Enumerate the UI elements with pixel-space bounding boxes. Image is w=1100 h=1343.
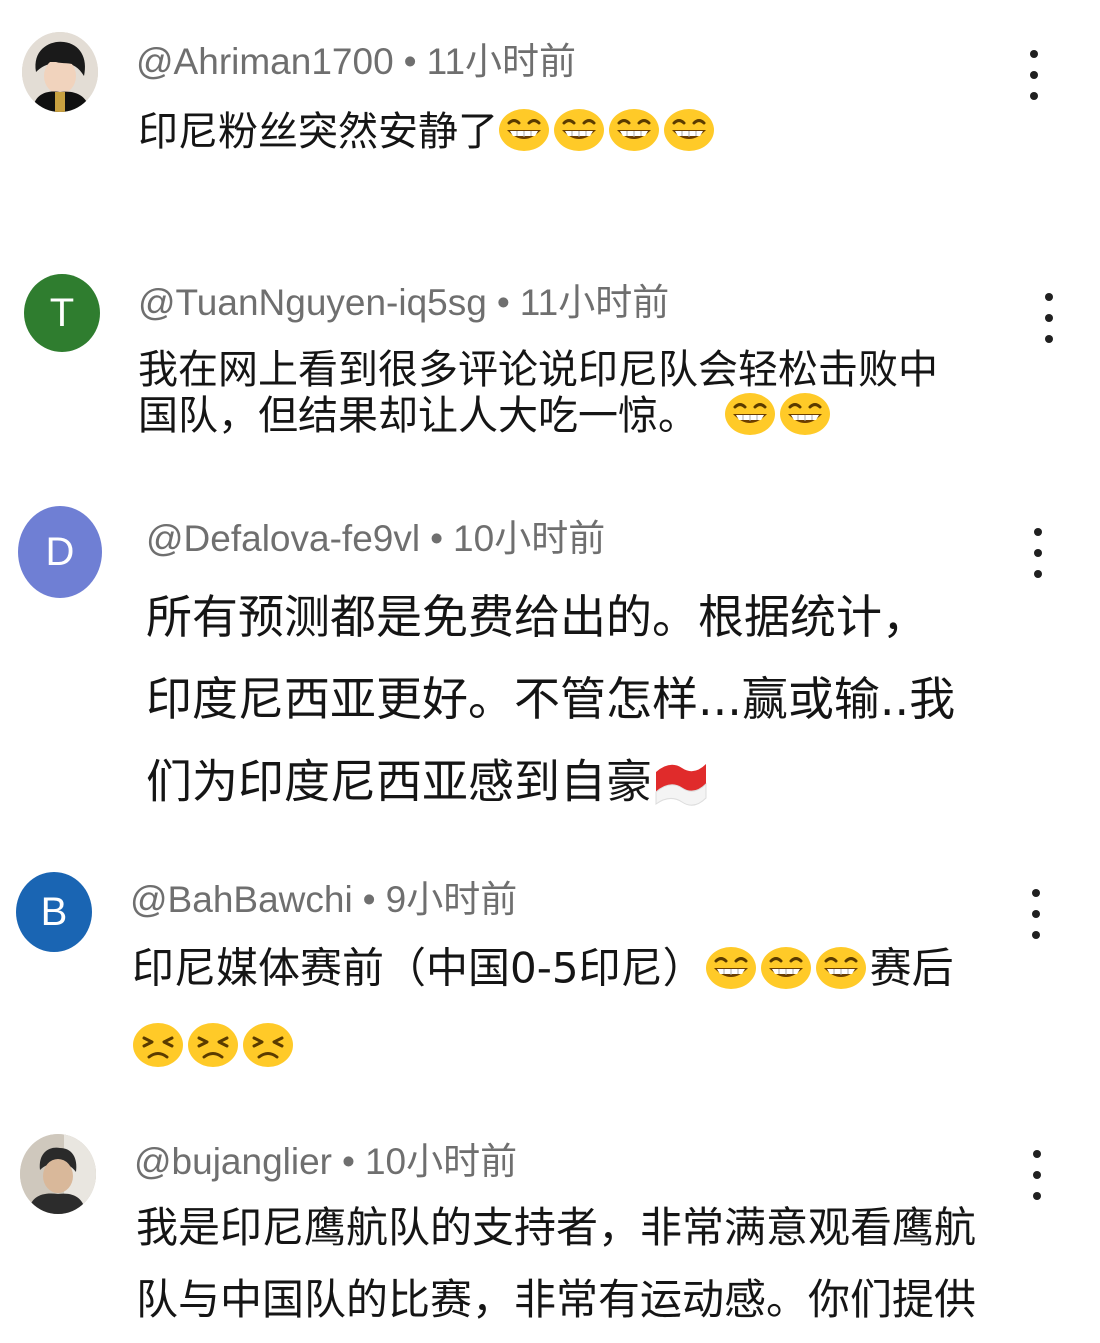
timestamp: 10小时前 (364, 1141, 518, 1182)
comment-line: 们为印度尼西亚感到自豪 (146, 758, 955, 813)
grinning-face-icon (760, 946, 812, 997)
more-options-button[interactable] (1022, 1150, 1052, 1200)
comment-line: 所有预测都是免费给出的。根据统计， (146, 590, 928, 644)
user-photo-icon (20, 1134, 96, 1214)
username[interactable]: @bujanglier (134, 1141, 332, 1182)
user-photo-icon (22, 32, 98, 112)
separator-dot: • (362, 879, 376, 920)
more-options-button[interactable] (1021, 889, 1051, 939)
separator-dot: • (430, 518, 444, 559)
comment-meta: @Ahriman1700 • 11小时前 (136, 40, 576, 84)
comment-line: 国队，但结果却让人大吃一惊。 (138, 392, 938, 443)
avatar[interactable] (22, 32, 98, 112)
comment-text: 印尼粉丝突然安静了 (138, 108, 718, 159)
timestamp: 9小时前 (385, 879, 518, 920)
username[interactable]: @TuanNguyen-iq5sg (138, 282, 487, 323)
comment-text: 我在网上看到很多评论说印尼队会轻松击败中 国队，但结果却让人大吃一惊。 (138, 350, 938, 443)
separator-dot: • (403, 41, 417, 82)
more-options-button[interactable] (1023, 528, 1053, 578)
avatar-letter: T (49, 290, 75, 335)
grinning-face-icon (724, 392, 776, 443)
emoji-group (724, 393, 834, 439)
grinning-face-icon (553, 108, 605, 159)
emoji-group (705, 943, 870, 992)
separator-dot: • (342, 1141, 355, 1182)
comment-meta: @Defalova-fe9vl • 10小时前 (146, 517, 605, 561)
comment-meta: @TuanNguyen-iq5sg • 11小时前 (138, 281, 669, 325)
emoji-group (498, 109, 718, 155)
comment-line: 印尼媒体赛前（中国0-5印尼） 赛后 (132, 946, 954, 1022)
comment-text: 所有预测都是免费给出的。根据统计， 印度尼西亚更好。不管怎样...赢或输..我 … (146, 594, 955, 813)
username[interactable]: @BahBawchi (130, 879, 353, 920)
comment-meta: @BahBawchi • 9小时前 (130, 878, 517, 922)
indonesia-flag-icon (652, 758, 710, 813)
username[interactable]: @Ahriman1700 (136, 41, 394, 82)
more-options-button[interactable] (1034, 293, 1064, 343)
comment-line: 印度尼西亚更好。不管怎样...赢或输..我 (146, 672, 956, 726)
comment-meta: @bujanglier • 10小时前 (134, 1140, 517, 1184)
comment-line (132, 1022, 954, 1075)
persevering-face-icon (132, 1022, 184, 1075)
timestamp: 11小时前 (519, 282, 670, 323)
emoji-group (132, 1021, 297, 1070)
grinning-face-icon (815, 946, 867, 997)
persevering-face-icon (242, 1022, 294, 1075)
more-options-button[interactable] (1019, 50, 1049, 100)
comment-line: 印尼粉丝突然安静了 (138, 108, 718, 159)
comment-line: 队与中国队的比赛，非常有运动感。你们提供 (136, 1275, 977, 1324)
grinning-face-icon (779, 392, 831, 443)
grinning-face-icon (608, 108, 660, 159)
username[interactable]: @Defalova-fe9vl (146, 518, 420, 559)
avatar[interactable]: B (16, 872, 92, 952)
avatar-letter: D (45, 529, 75, 574)
separator-dot: • (496, 282, 510, 323)
avatar[interactable]: D (18, 506, 102, 598)
timestamp: 11小时前 (426, 41, 577, 82)
comment-text: 我是印尼鹰航队的支持者，非常满意观看鹰航 队与中国队的比赛，非常有运动感。你们提… (136, 1207, 976, 1321)
grinning-face-icon (498, 108, 550, 159)
grinning-face-icon (705, 946, 757, 997)
grinning-face-icon (663, 108, 715, 159)
persevering-face-icon (187, 1022, 239, 1075)
avatar[interactable]: T (24, 274, 100, 352)
avatar-letter: B (40, 889, 68, 934)
emoji-group (652, 755, 713, 809)
avatar[interactable] (20, 1134, 96, 1214)
comment-text: 印尼媒体赛前（中国0-5印尼） 赛后 (132, 946, 954, 1075)
comment-line: 我是印尼鹰航队的支持者，非常满意观看鹰航 (136, 1203, 977, 1252)
timestamp: 10小时前 (453, 518, 606, 559)
